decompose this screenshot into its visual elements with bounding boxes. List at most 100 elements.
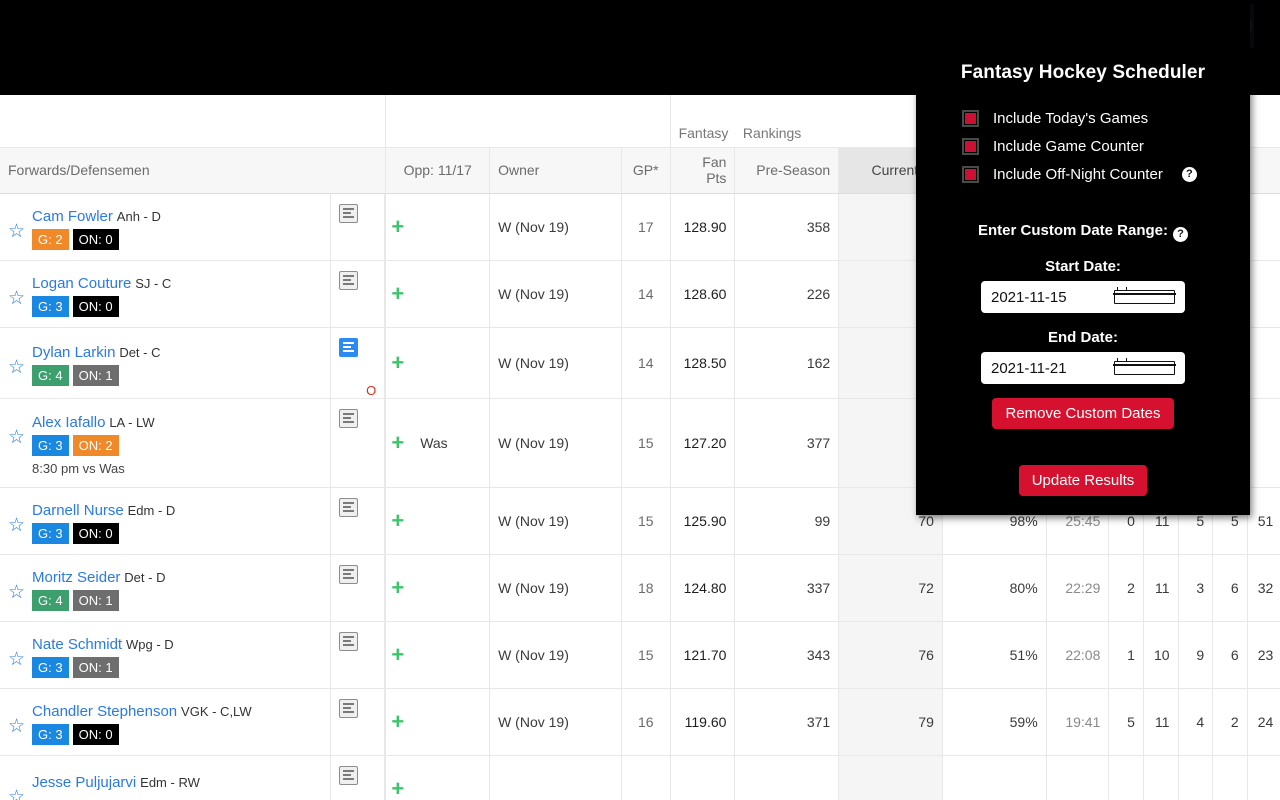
roster-pct-cell: 51%: [942, 621, 1047, 689]
option-row-2[interactable]: Include Off-Night Counter?: [962, 160, 1250, 188]
col-header-c5[interactable]: [1247, 146, 1280, 194]
group-blank-mid: [385, 95, 671, 147]
player-name-link[interactable]: Chandler Stephenson: [32, 703, 177, 720]
opponent-text: Was: [420, 434, 448, 451]
note-cell: [330, 688, 386, 756]
checkbox-0[interactable]: [962, 109, 979, 127]
option-row-1[interactable]: Include Game Counter: [962, 132, 1250, 160]
add-player-button[interactable]: +: [391, 215, 404, 238]
calendar-icon-end[interactable]: [1113, 358, 1176, 375]
note-cell: [330, 193, 386, 261]
col-header-owner[interactable]: Owner: [489, 146, 622, 194]
player-notes-icon[interactable]: [339, 631, 359, 651]
favorite-star-icon[interactable]: ☆: [8, 358, 25, 377]
table-row[interactable]: ☆ Nate Schmidt Wpg - D G: 3 ON: 1 + W (Nov 19…: [0, 621, 1280, 689]
help-icon-offnight[interactable]: ?: [1181, 166, 1197, 182]
player-team-position: Det - D: [124, 569, 166, 585]
injury-status-icon[interactable]: O: [339, 383, 376, 398]
help-icon-date-range[interactable]: ?: [1173, 227, 1189, 242]
add-player-button[interactable]: +: [391, 509, 404, 532]
gp-cell: 18: [621, 554, 671, 622]
off-night-badge: ON: 0: [72, 228, 119, 250]
off-night-badge: ON: 1: [72, 364, 119, 386]
toi-cell: [1046, 755, 1110, 800]
favorite-star-icon[interactable]: ☆: [8, 788, 25, 800]
col-header-preseason[interactable]: Pre-Season: [734, 146, 840, 194]
note-cell: [330, 621, 386, 689]
table-row[interactable]: ☆ Chandler Stephenson VGK - C,LW G: 3 ON: 0…: [0, 688, 1280, 756]
favorite-star-icon[interactable]: ☆: [8, 650, 25, 669]
favorite-star-icon[interactable]: ☆: [8, 717, 25, 736]
opp-add-cell: +: [385, 327, 491, 399]
add-player-button[interactable]: +: [391, 643, 404, 666]
roster-pct-cell: [942, 755, 1047, 800]
add-player-button[interactable]: +: [391, 431, 404, 454]
add-player-button[interactable]: +: [391, 710, 404, 733]
player-notes-icon[interactable]: [339, 497, 359, 517]
scheduler-modal: Fantasy Hockey Scheduler Include Today's…: [916, 0, 1250, 515]
favorite-star-icon[interactable]: ☆: [8, 583, 25, 602]
player-notes-icon[interactable]: [339, 408, 359, 428]
checkbox-2[interactable]: [962, 165, 979, 183]
table-row[interactable]: ☆ Moritz Seider Det - D G: 4 ON: 1 + W (Nov 1…: [0, 554, 1280, 622]
favorite-star-icon[interactable]: ☆: [8, 516, 25, 535]
fan-points-cell: 119.60: [670, 688, 736, 756]
off-night-badge: ON: 0: [72, 522, 119, 544]
player-name-link[interactable]: Darnell Nurse: [32, 502, 124, 519]
col-header-fanpts[interactable]: Fan Pts: [670, 146, 736, 194]
current-rank-cell: 76: [838, 621, 943, 689]
start-date-input[interactable]: 2021-11-15: [981, 281, 1185, 313]
date-range-label: Enter Custom Date Range:: [977, 222, 1169, 239]
stat-cell-1: 2: [1108, 554, 1144, 622]
player-team-position: Wpg - D: [125, 636, 174, 652]
player-name-link[interactable]: Logan Couture: [32, 275, 131, 292]
table-row[interactable]: ☆ Jesse Puljujarvi Edm - RW +: [0, 755, 1280, 800]
player-notes-icon[interactable]: [339, 765, 359, 785]
favorite-star-icon[interactable]: ☆: [8, 428, 25, 447]
current-rank-cell: 72: [838, 554, 943, 622]
player-notes-icon[interactable]: [339, 564, 359, 584]
player-notes-icon[interactable]: [339, 270, 359, 290]
player-notes-icon[interactable]: [339, 698, 359, 718]
pre-season-rank-cell: 226: [734, 260, 840, 328]
add-player-button[interactable]: +: [391, 576, 404, 599]
col-header-players[interactable]: Forwards/Defensemen: [0, 146, 387, 194]
player-cell: ☆ Darnell Nurse Edm - D G: 3 ON: 0: [0, 487, 332, 555]
favorite-star-icon[interactable]: ☆: [8, 289, 25, 308]
update-results-button[interactable]: Update Results: [1018, 465, 1148, 496]
end-date-label: End Date:: [1047, 329, 1118, 346]
player-name-link[interactable]: Alex Iafallo: [32, 414, 105, 431]
end-date-input[interactable]: 2021-11-21: [981, 352, 1185, 384]
player-notes-icon[interactable]: [339, 337, 359, 357]
player-notes-icon[interactable]: [339, 203, 359, 223]
player-cell: ☆ Moritz Seider Det - D G: 4 ON: 1: [0, 554, 332, 622]
stat-cell-5: 32: [1247, 554, 1280, 622]
player-name-link[interactable]: Nate Schmidt: [32, 636, 122, 653]
fan-points-cell: [670, 755, 736, 800]
fan-points-cell: 128.50: [670, 327, 736, 399]
game-count-badge: G: 4: [32, 364, 69, 386]
checkbox-1[interactable]: [962, 137, 979, 155]
off-night-badge: ON: 1: [72, 589, 119, 611]
add-player-button[interactable]: +: [391, 777, 404, 800]
player-name-link[interactable]: Cam Fowler: [32, 208, 113, 225]
roster-pct-cell: 59%: [942, 688, 1047, 756]
add-player-button[interactable]: +: [391, 351, 404, 374]
option-row-0[interactable]: Include Today's Games: [962, 104, 1250, 132]
favorite-star-icon[interactable]: ☆: [8, 222, 25, 241]
gp-cell: 14: [621, 327, 671, 399]
calendar-icon-start[interactable]: [1113, 287, 1176, 304]
player-name-link[interactable]: Dylan Larkin: [32, 344, 115, 361]
note-cell: [330, 487, 386, 555]
player-name-link[interactable]: Moritz Seider: [32, 569, 120, 586]
remove-custom-dates-button[interactable]: Remove Custom Dates: [992, 398, 1174, 429]
opp-add-cell: +: [385, 487, 491, 555]
col-header-opp[interactable]: Opp: 11/17: [385, 146, 491, 194]
player-name-link[interactable]: Jesse Puljujarvi: [32, 774, 136, 791]
add-player-button[interactable]: +: [391, 282, 404, 305]
col-header-gp[interactable]: GP*: [621, 146, 671, 194]
fan-points-cell: 124.80: [670, 554, 736, 622]
game-count-badge: G: 3: [32, 656, 69, 678]
player-cell: ☆ Nate Schmidt Wpg - D G: 3 ON: 1: [0, 621, 332, 689]
stat-cell-4: [1212, 755, 1248, 800]
